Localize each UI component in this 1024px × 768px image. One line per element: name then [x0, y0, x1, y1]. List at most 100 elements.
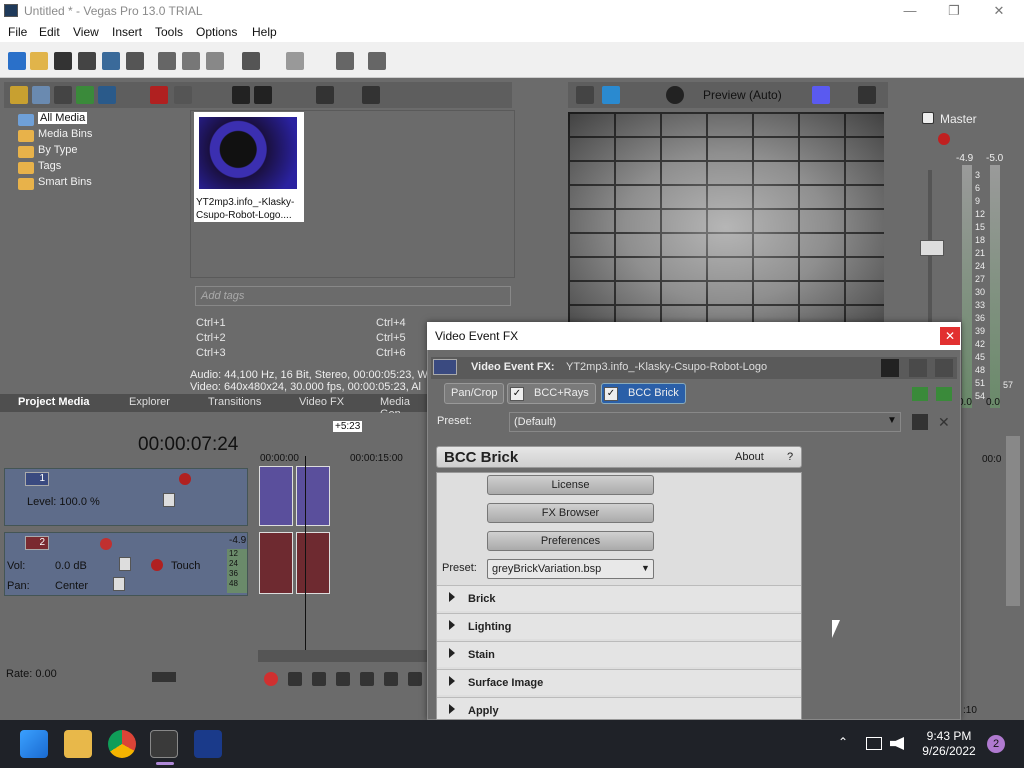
save-icon[interactable]	[54, 52, 72, 70]
track-fx-icon[interactable]	[151, 559, 163, 571]
save-as-icon[interactable]	[78, 52, 96, 70]
chevron-up-icon[interactable]: ⌃	[838, 735, 848, 749]
menu-edit[interactable]: Edit	[39, 25, 60, 39]
section-stain[interactable]: Stain	[437, 641, 801, 667]
chevron-down-icon[interactable]: ▼	[887, 415, 897, 426]
dialog-close-button[interactable]: ✕	[940, 327, 960, 345]
copy-snapshot-icon[interactable]	[858, 86, 876, 104]
automation-mode[interactable]: Touch	[171, 560, 200, 572]
help-pointer-icon[interactable]	[368, 52, 386, 70]
go-to-start-icon[interactable]	[408, 672, 422, 686]
video-track-header[interactable]: 1 Level: 100.0 %	[4, 468, 248, 526]
loop-icon[interactable]	[288, 672, 302, 686]
view-details-icon[interactable]	[909, 359, 927, 377]
view-grid-icon[interactable]	[935, 359, 953, 377]
refresh-icon[interactable]	[76, 86, 94, 104]
checkbox-icon[interactable]: ✓	[510, 387, 524, 401]
remove-plugin-icon[interactable]	[936, 387, 952, 401]
properties-icon[interactable]	[126, 52, 144, 70]
edit-tool-icon[interactable]	[336, 52, 354, 70]
undo-icon[interactable]	[242, 52, 260, 70]
menu-insert[interactable]: Insert	[112, 25, 142, 39]
stop-icon[interactable]	[254, 86, 272, 104]
audio-track-header[interactable]: 2 Vol: 0.0 dB Touch Pan: Center -4.9 12 …	[4, 532, 248, 596]
zoom-icon[interactable]	[362, 86, 380, 104]
play-icon[interactable]	[232, 86, 250, 104]
split-screen-icon[interactable]	[666, 86, 684, 104]
vol-slider-handle[interactable]	[119, 557, 131, 571]
bcc-preset-dropdown[interactable]: greyBrickVariation.bsp	[487, 559, 654, 579]
fx-browser-button[interactable]: FX Browser	[487, 503, 654, 523]
arm-record-icon[interactable]	[100, 538, 112, 550]
notification-badge[interactable]: 2	[987, 735, 1005, 753]
render-icon[interactable]	[102, 52, 120, 70]
redo-icon[interactable]	[286, 52, 304, 70]
tree-item-media-bins[interactable]: Media Bins	[38, 128, 92, 140]
preview-quality-dropdown[interactable]: Preview (Auto)	[703, 88, 782, 102]
delete-preset-icon[interactable]: ✕	[938, 414, 950, 431]
timeline-scrollbar[interactable]	[258, 650, 428, 662]
get-media-icon[interactable]	[54, 86, 72, 104]
record-icon[interactable]	[264, 672, 278, 686]
external-monitor-icon[interactable]	[602, 86, 620, 104]
timeline-ruler[interactable]: 00:00:00 00:00:15:00	[258, 450, 428, 466]
dialog-title-bar[interactable]: Video Event FX	[427, 322, 961, 350]
preferences-button[interactable]: Preferences	[487, 531, 654, 551]
section-surface-image[interactable]: Surface Image	[437, 669, 801, 695]
minimize-button[interactable]: —	[896, 2, 924, 20]
section-apply[interactable]: Apply	[437, 697, 801, 719]
master-fx-icon[interactable]	[938, 133, 950, 145]
level-slider-handle[interactable]	[163, 493, 175, 507]
chevron-down-icon[interactable]: ▼	[641, 563, 650, 573]
copy-icon[interactable]	[182, 52, 200, 70]
tree-item-smart-bins[interactable]: Smart Bins	[38, 176, 92, 188]
section-lighting[interactable]: Lighting	[437, 613, 801, 639]
section-brick[interactable]: Brick	[437, 585, 801, 611]
tab-explorer[interactable]: Explorer	[129, 396, 170, 408]
tab-transitions[interactable]: Transitions	[208, 396, 261, 408]
play-icon[interactable]	[336, 672, 350, 686]
tree-item-tags[interactable]: Tags	[38, 160, 61, 172]
menu-file[interactable]: File	[8, 25, 27, 39]
remove-icon[interactable]	[150, 86, 168, 104]
rate-slider-handle[interactable]	[152, 672, 176, 682]
windows-start-icon[interactable]	[20, 730, 48, 758]
paste-icon[interactable]	[206, 52, 224, 70]
import-media-icon[interactable]	[10, 86, 28, 104]
chain-pan-crop[interactable]: Pan/Crop	[444, 383, 505, 404]
video-clip[interactable]	[296, 466, 330, 526]
stop-icon[interactable]	[384, 672, 398, 686]
menu-options[interactable]: Options	[196, 25, 237, 39]
menu-help[interactable]: Help	[252, 25, 277, 39]
save-preset-icon[interactable]	[912, 414, 928, 430]
tab-video-fx[interactable]: Video FX	[299, 396, 344, 408]
cut-icon[interactable]	[158, 52, 176, 70]
preview-properties-icon[interactable]	[576, 86, 594, 104]
network-icon[interactable]	[866, 737, 882, 750]
menu-view[interactable]: View	[73, 25, 99, 39]
new-project-icon[interactable]	[8, 52, 26, 70]
menu-tools[interactable]: Tools	[155, 25, 183, 39]
media-fx-icon[interactable]	[174, 86, 192, 104]
view-list-icon[interactable]	[881, 359, 899, 377]
plugin-chain-icon[interactable]	[912, 387, 928, 401]
audio-clip[interactable]	[296, 532, 330, 594]
file-explorer-icon[interactable]	[64, 730, 92, 758]
about-button[interactable]: About	[735, 451, 764, 463]
vegas-taskbar-icon[interactable]	[150, 730, 178, 758]
help-button[interactable]: ?	[787, 451, 793, 463]
vertical-scrollbar[interactable]	[1006, 436, 1020, 606]
boris-fx-icon[interactable]	[194, 730, 222, 758]
preset-dropdown[interactable]: (Default)	[509, 412, 901, 432]
taskbar-clock[interactable]: 9:43 PM 9/26/2022	[920, 729, 978, 759]
pause-icon[interactable]	[360, 672, 374, 686]
video-clip[interactable]	[259, 466, 293, 526]
close-button[interactable]: ✕	[985, 2, 1013, 20]
tree-item-by-type[interactable]: By Type	[38, 144, 78, 156]
chrome-icon[interactable]	[108, 730, 136, 758]
tab-project-media[interactable]: Project Media	[18, 396, 90, 408]
master-fader-handle[interactable]	[920, 240, 944, 256]
restore-button[interactable]: ❐	[940, 2, 968, 20]
checkbox-icon[interactable]: ✓	[604, 387, 618, 401]
license-button[interactable]: License	[487, 475, 654, 495]
